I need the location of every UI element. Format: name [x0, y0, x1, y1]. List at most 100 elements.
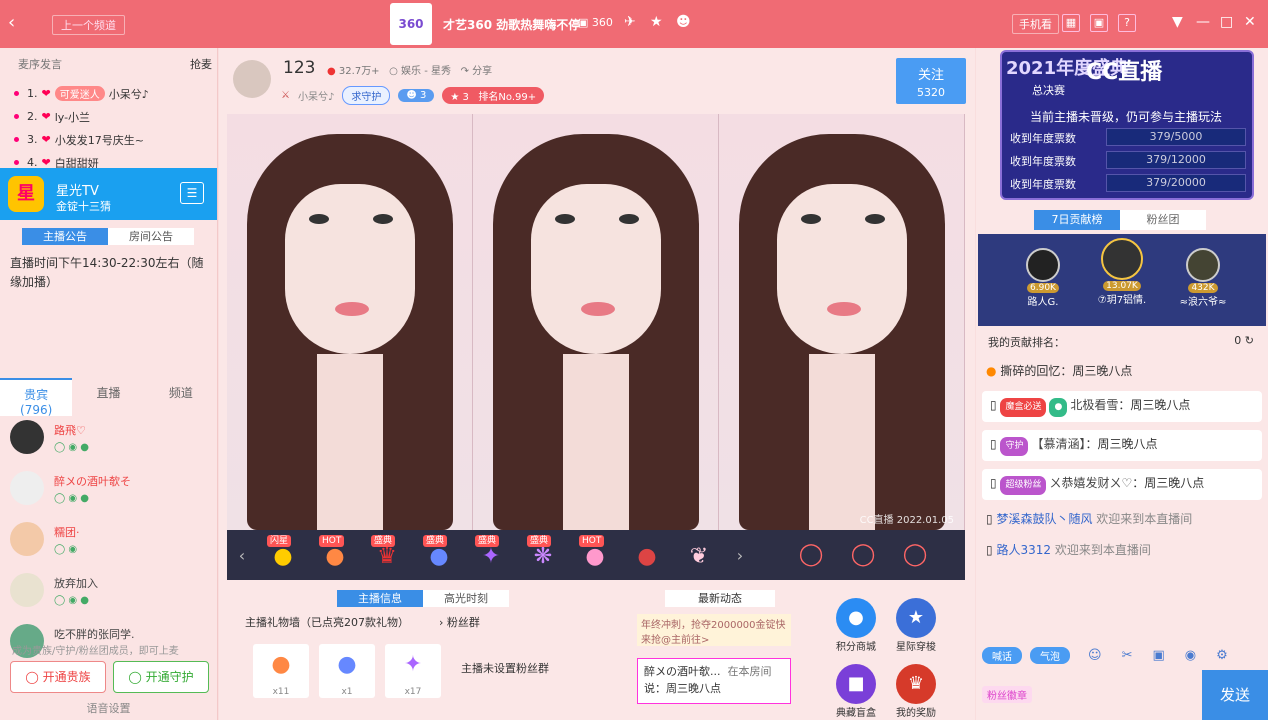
- voice-settings[interactable]: 语音设置: [0, 700, 217, 716]
- bag-icon[interactable]: ◯: [837, 537, 889, 573]
- chevron-right-icon[interactable]: ›: [725, 546, 755, 565]
- gift-item[interactable]: 盛典 ●: [413, 533, 465, 577]
- mobile-watch-button[interactable]: 手机看: [1012, 14, 1059, 34]
- gift-tag: HOT: [579, 535, 605, 547]
- shop-icon[interactable]: ◯: [889, 537, 941, 573]
- points-mall-button[interactable]: ● 积分商城: [831, 598, 881, 653]
- lock-icon[interactable]: ◉: [1185, 648, 1196, 663]
- gift-wall-item[interactable]: ● x11: [253, 644, 309, 698]
- open-noble-button[interactable]: ◯ 开通贵族: [10, 661, 106, 693]
- chevron-left-icon[interactable]: ‹: [227, 546, 257, 565]
- chat-user[interactable]: 路人3312: [996, 543, 1051, 557]
- podium-item[interactable]: 432K ≈浪六爷≈: [1168, 248, 1238, 308]
- list-item[interactable]: 醉〤の酒叶欹そ ◯ ◉ ●: [10, 471, 210, 522]
- gift-item[interactable]: 盛典 ♛: [361, 533, 413, 577]
- complete-icon[interactable]: ◯: [785, 537, 837, 573]
- maximize-icon[interactable]: □: [1220, 14, 1233, 30]
- share-button[interactable]: 分享: [472, 66, 492, 77]
- box-icon: ■: [836, 664, 876, 704]
- host-category[interactable]: 娱乐 - 星秀: [401, 66, 451, 77]
- fan-group-link[interactable]: › 粉丝群: [439, 614, 480, 630]
- podium-item[interactable]: 6.90K 路人G.: [1008, 248, 1078, 308]
- gift-wall-item[interactable]: ● x1: [319, 644, 375, 698]
- doll-icon: ●: [271, 652, 291, 677]
- chat-message[interactable]: ● 撕碎的回忆：周三晚八点: [982, 360, 1262, 383]
- grid-icon[interactable]: ▦: [1062, 14, 1080, 32]
- back-icon[interactable]: ‹: [8, 12, 15, 33]
- flame-icon: ●: [986, 364, 997, 378]
- annual-event-banner[interactable]: 2021年度盛典 CC直播 总决赛 当前主播未晋级，仍可参与主播玩法 收到年度票…: [1000, 50, 1254, 200]
- settings-icon[interactable]: ⚙: [1216, 648, 1228, 663]
- mic-row[interactable]: 1. ❤ 可爱迷人 小呆兮♪: [14, 82, 204, 105]
- minimize-icon[interactable]: —: [1196, 14, 1210, 30]
- gift-wall-item[interactable]: ✦ x17: [385, 644, 441, 698]
- rank-badge[interactable]: ★ 3 排名No.99+: [442, 87, 545, 104]
- tab-channel[interactable]: 频道: [145, 378, 217, 416]
- follow-button[interactable]: 关注 5320: [896, 58, 966, 104]
- star-travel-button[interactable]: ★ 星际穿梭: [891, 598, 941, 653]
- users-icon[interactable]: ☻: [676, 14, 691, 30]
- tab-live[interactable]: 直播: [72, 378, 144, 416]
- plane-icon[interactable]: ✈: [624, 14, 636, 30]
- gift-item[interactable]: ●: [621, 533, 673, 577]
- news-item[interactable]: 年终冲刺，抢夺2000000金锭快来抢@主前往>: [637, 614, 791, 646]
- star-icon[interactable]: ★: [650, 14, 663, 30]
- chat-message[interactable]: ▯ 梦溪森鼓队丶随风 欢迎来到本直播间: [982, 508, 1262, 531]
- news-item[interactable]: 醉〤の酒叶欹... 在本房间 说：周三晚八点: [637, 658, 791, 704]
- avatar: [1026, 248, 1060, 282]
- chat-message[interactable]: ▯ 路人3312 欢迎来到本直播间: [982, 539, 1262, 562]
- gift-item[interactable]: 闪星 ●: [257, 533, 309, 577]
- gift-item[interactable]: HOT ●: [569, 533, 621, 577]
- refresh-icon[interactable]: ↻: [1245, 334, 1254, 347]
- fan-badge-button[interactable]: 粉丝徽章: [982, 686, 1032, 703]
- mic-row[interactable]: 2. ❤ ly-小兰: [14, 105, 204, 128]
- close-icon[interactable]: ✕: [1244, 14, 1256, 30]
- guard-request-button[interactable]: 求守护: [342, 86, 391, 105]
- fan-group-label: 粉丝群: [446, 616, 480, 629]
- chat-user[interactable]: ㄨ恭嬉发财ㄨ♡: [1049, 476, 1132, 490]
- tab-guests[interactable]: 贵宾 (796): [0, 378, 73, 417]
- tab-room-notice[interactable]: 房间公告: [108, 228, 194, 245]
- dropdown-icon[interactable]: ▼: [1172, 14, 1183, 30]
- grab-mic-button[interactable]: 抢麦: [190, 56, 212, 72]
- chat-message[interactable]: ▯ 魔盒必送 ● 北极看雪：周三晚八点: [982, 391, 1262, 422]
- bubble-button[interactable]: 气泡: [1030, 646, 1070, 664]
- chat-user[interactable]: 【慕清涵】: [1031, 437, 1085, 451]
- chat-message[interactable]: ▯ 超级粉丝 ㄨ恭嬉发财ㄨ♡：周三晚八点: [982, 469, 1262, 500]
- open-guard-button[interactable]: ◯ 开通守护: [113, 661, 209, 693]
- list-item[interactable]: 放弃加入 ◯ ◉ ●: [10, 573, 210, 624]
- menu-icon[interactable]: ☰: [180, 182, 204, 204]
- tab-fan-group[interactable]: 粉丝团: [1120, 210, 1206, 230]
- list-item[interactable]: 路飛♡ ◯ ◉ ●: [10, 420, 210, 471]
- list-item[interactable]: 糯团· ◯ ◉: [10, 522, 210, 573]
- blind-box-button[interactable]: ■ 典藏盲盒: [831, 664, 881, 719]
- send-button[interactable]: 发送: [1202, 670, 1268, 720]
- mic-row[interactable]: 3. ❤ 小发发17号庆生~: [14, 128, 204, 151]
- star-tv-banner[interactable]: 星 星光TV 金锭十三猜 ☰: [0, 168, 217, 220]
- gift-item[interactable]: 盛典 ✦: [465, 533, 517, 577]
- host-avatar[interactable]: [233, 60, 271, 98]
- tab-7day-rank[interactable]: 7日贡献榜: [1034, 210, 1120, 230]
- chat-message[interactable]: ▯ 守护 【慕清涵】：周三晚八点: [982, 430, 1262, 461]
- scissors-icon[interactable]: ✂: [1122, 648, 1133, 663]
- member-count-badge[interactable]: ☻ 3: [398, 89, 435, 102]
- podium-item[interactable]: 13.07K ⑦玥7铝情.: [1082, 238, 1162, 306]
- image-icon[interactable]: ▣: [1152, 648, 1164, 663]
- prev-channel-button[interactable]: 上一个频道: [52, 15, 125, 35]
- notification-icon[interactable]: ▣: [1090, 14, 1108, 32]
- tab-highlight[interactable]: 高光时刻: [423, 590, 509, 607]
- video-player[interactable]: CC直播 2022.01.05: [227, 114, 965, 530]
- gift-item[interactable]: 盛典 ❋: [517, 533, 569, 577]
- chat-user[interactable]: 北极看雪: [1070, 398, 1118, 412]
- chat-user[interactable]: 梦溪森鼓队丶随风: [996, 512, 1092, 526]
- video-figure-lip: [335, 302, 369, 316]
- tab-host-info[interactable]: 主播信息: [337, 590, 423, 607]
- gift-item[interactable]: ❦: [673, 533, 725, 577]
- emoji-icon[interactable]: ☺: [1088, 648, 1102, 663]
- help-icon[interactable]: ?: [1118, 14, 1136, 32]
- gift-item[interactable]: HOT ●: [309, 533, 361, 577]
- badge-icons: ◯ ◉ ●: [54, 595, 89, 606]
- tab-host-notice[interactable]: 主播公告: [22, 228, 108, 245]
- shout-button[interactable]: 喊话: [982, 646, 1022, 664]
- reward-button[interactable]: ♛ 我的奖励: [891, 664, 941, 719]
